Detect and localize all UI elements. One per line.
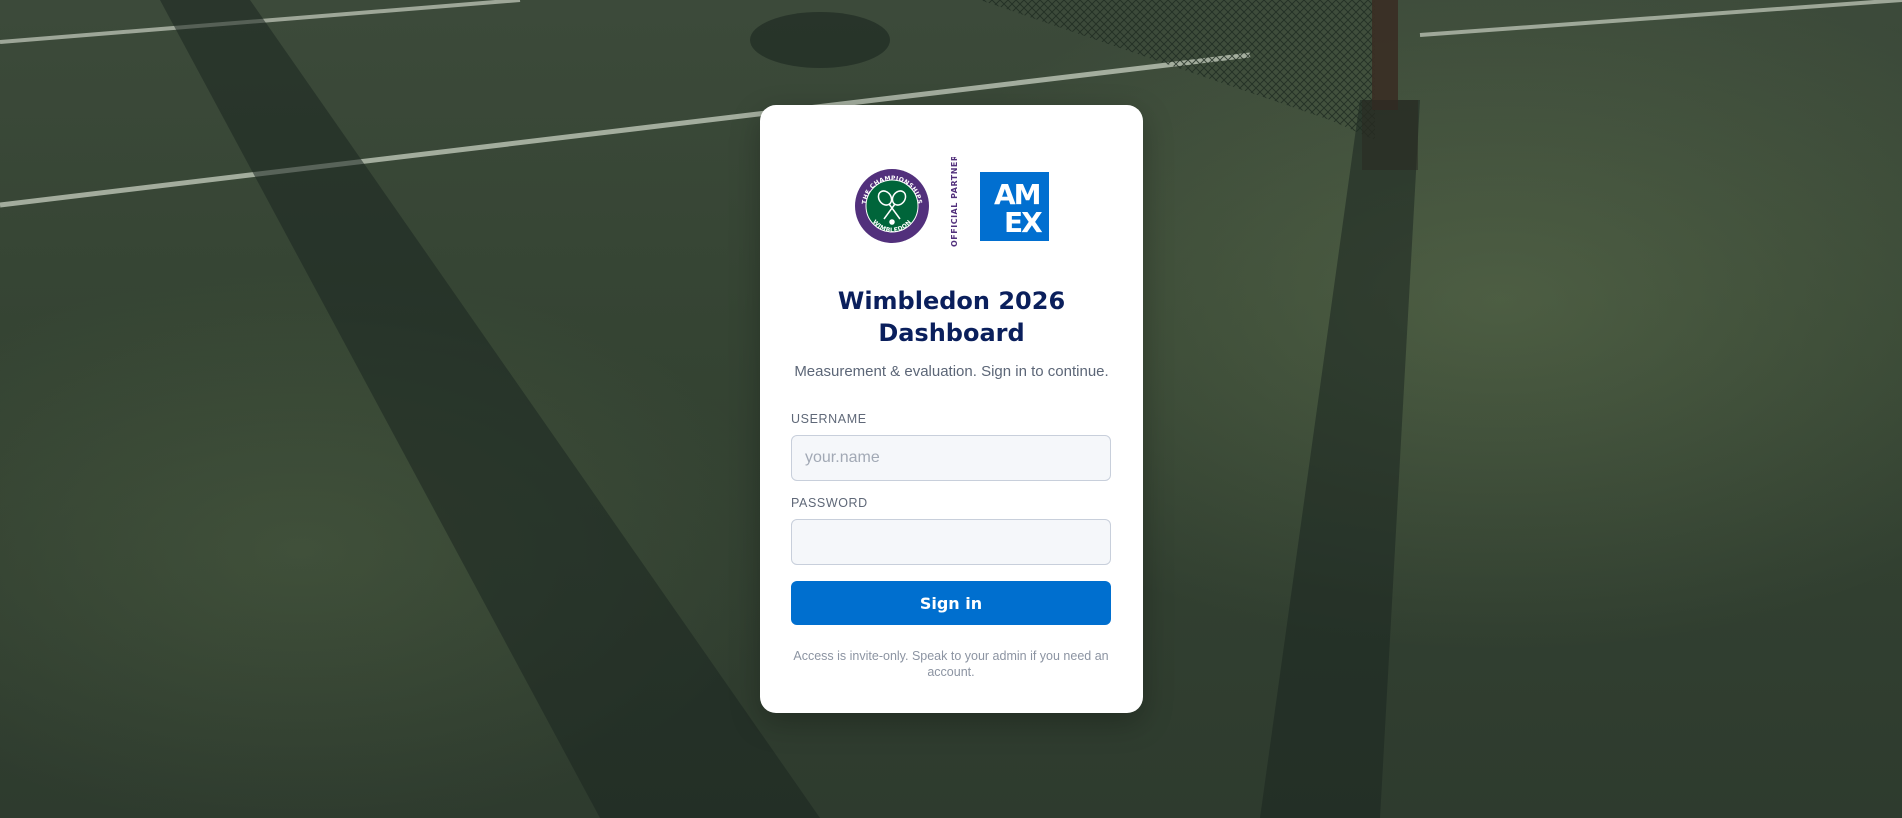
official-partner-text: OFFICIAL PARTNER [950,157,959,247]
amex-logo: AM EX [980,172,1049,241]
username-input[interactable] [791,435,1111,481]
page-subtitle: Measurement & evaluation. Sign in to con… [794,363,1109,380]
password-label: PASSWORD [791,496,868,510]
wimbledon-logo: THE CHAMPIONSHIPS WIMBLEDON [854,168,930,244]
sign-in-button[interactable]: Sign in [791,581,1111,625]
partner-logos: THE CHAMPIONSHIPS WIMBLEDON OFFICIAL PAR… [760,154,1143,249]
username-label: USERNAME [791,412,867,426]
amex-text-line2: EX [1004,206,1043,239]
access-footnote: Access is invite-only. Speak to your adm… [793,649,1109,679]
official-partner-label: OFFICIAL PARTNER [948,154,960,249]
page-title: Wimbledon 2026 Dashboard [837,287,1066,347]
password-input[interactable] [791,519,1111,565]
login-card: THE CHAMPIONSHIPS WIMBLEDON OFFICIAL PAR… [760,105,1143,713]
